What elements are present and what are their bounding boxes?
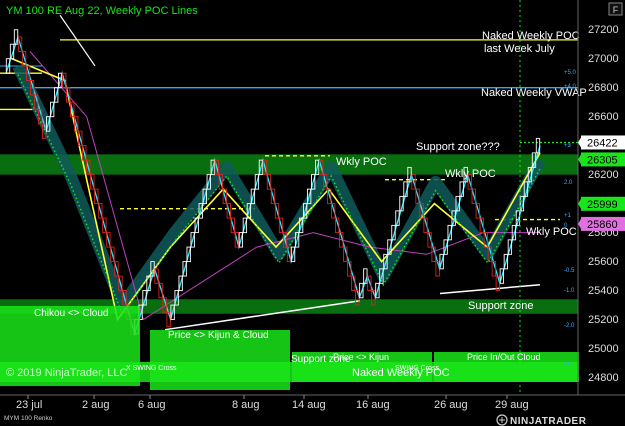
oscillator-tick-label: +1: [564, 213, 572, 219]
annotation-label: Support zone???: [416, 141, 500, 153]
price-tick-label: 25200: [588, 314, 619, 326]
annotation-label: Price In/Out Cloud: [467, 352, 541, 362]
time-tick-label: 16 aug: [356, 399, 390, 411]
chart-title: YM 100 RE Aug 22, Weekly POC Lines: [6, 5, 198, 17]
oscillator-tick-label: +3: [564, 143, 572, 149]
annotation-label: Support zone: [468, 300, 533, 312]
price-tick-label: 27000: [588, 53, 619, 65]
price-badge: 26422: [578, 135, 625, 150]
time-tick-label: 26 aug: [434, 399, 468, 411]
price-tick-label: 25000: [588, 343, 619, 355]
oscillator-tick-label: +5.0: [564, 70, 577, 76]
instrument-label: MYM 100 Renko: [4, 415, 53, 422]
price-tick-label: 26200: [588, 169, 619, 181]
oscillator-tick-label: -1.0: [564, 288, 575, 294]
annotation-label: last Week July: [484, 43, 555, 55]
price-badge-value: 26305: [587, 154, 618, 166]
price-badge: 25999: [578, 196, 625, 211]
oscillator-tick-label: 2.0: [564, 180, 573, 186]
annotation-label: Price <> Kijun: [333, 352, 389, 362]
annotation-label: Price <> Kijun & Cloud: [168, 330, 269, 341]
annotation-label: Wkly POC: [336, 156, 387, 168]
price-badge-value: 25860: [587, 219, 618, 231]
price-badge-value: 26422: [587, 137, 618, 149]
time-tick-label: 29 aug: [495, 399, 529, 411]
price-badge: 26305: [578, 152, 625, 167]
price-tick-label: 27200: [588, 24, 619, 36]
oscillator-tick-label: -2.0: [564, 323, 575, 329]
annotation-label: X SWING Cross: [126, 365, 177, 372]
time-tick-label: 23 jul: [16, 399, 42, 411]
copyright-text: © 2019 NinjaTrader, LLC: [6, 367, 127, 379]
brand-name: NINJATRADER: [510, 416, 587, 426]
annotation-label: Wkly POC: [445, 168, 496, 180]
price-badge: 25860: [578, 216, 625, 231]
annotation-label: Wkly POC: [526, 226, 577, 238]
chart-canvas[interactable]: Naked Weekly POClast Week JulyNaked Week…: [0, 0, 625, 426]
price-tick-label: 25600: [588, 256, 619, 268]
price-badge-value: 25999: [587, 199, 618, 211]
oscillator-tick-label: -0.5: [564, 268, 575, 274]
window-options-label: F: [613, 5, 619, 15]
window-options-button[interactable]: F: [608, 2, 623, 16]
time-tick-label: 8 aug: [232, 399, 260, 411]
annotation-label: Chikou <> Cloud: [34, 308, 109, 319]
ninjatrader-logo: NINJATRADER: [496, 414, 587, 426]
price-tick-label: 25400: [588, 285, 619, 297]
annotation-label: Naked Weekly POC: [352, 367, 450, 379]
oscillator-tick-label: +4.0: [564, 84, 577, 90]
time-tick-label: 2 aug: [82, 399, 110, 411]
price-tick-label: 24800: [588, 372, 619, 384]
oscillator-tick-label: -3.0: [564, 362, 575, 368]
annotation-label: Naked Weekly POC: [482, 30, 580, 42]
time-tick-label: 14 aug: [292, 399, 326, 411]
price-tick-label: 26800: [588, 82, 619, 94]
time-tick-label: 6 aug: [138, 399, 166, 411]
price-tick-label: 26600: [588, 111, 619, 123]
